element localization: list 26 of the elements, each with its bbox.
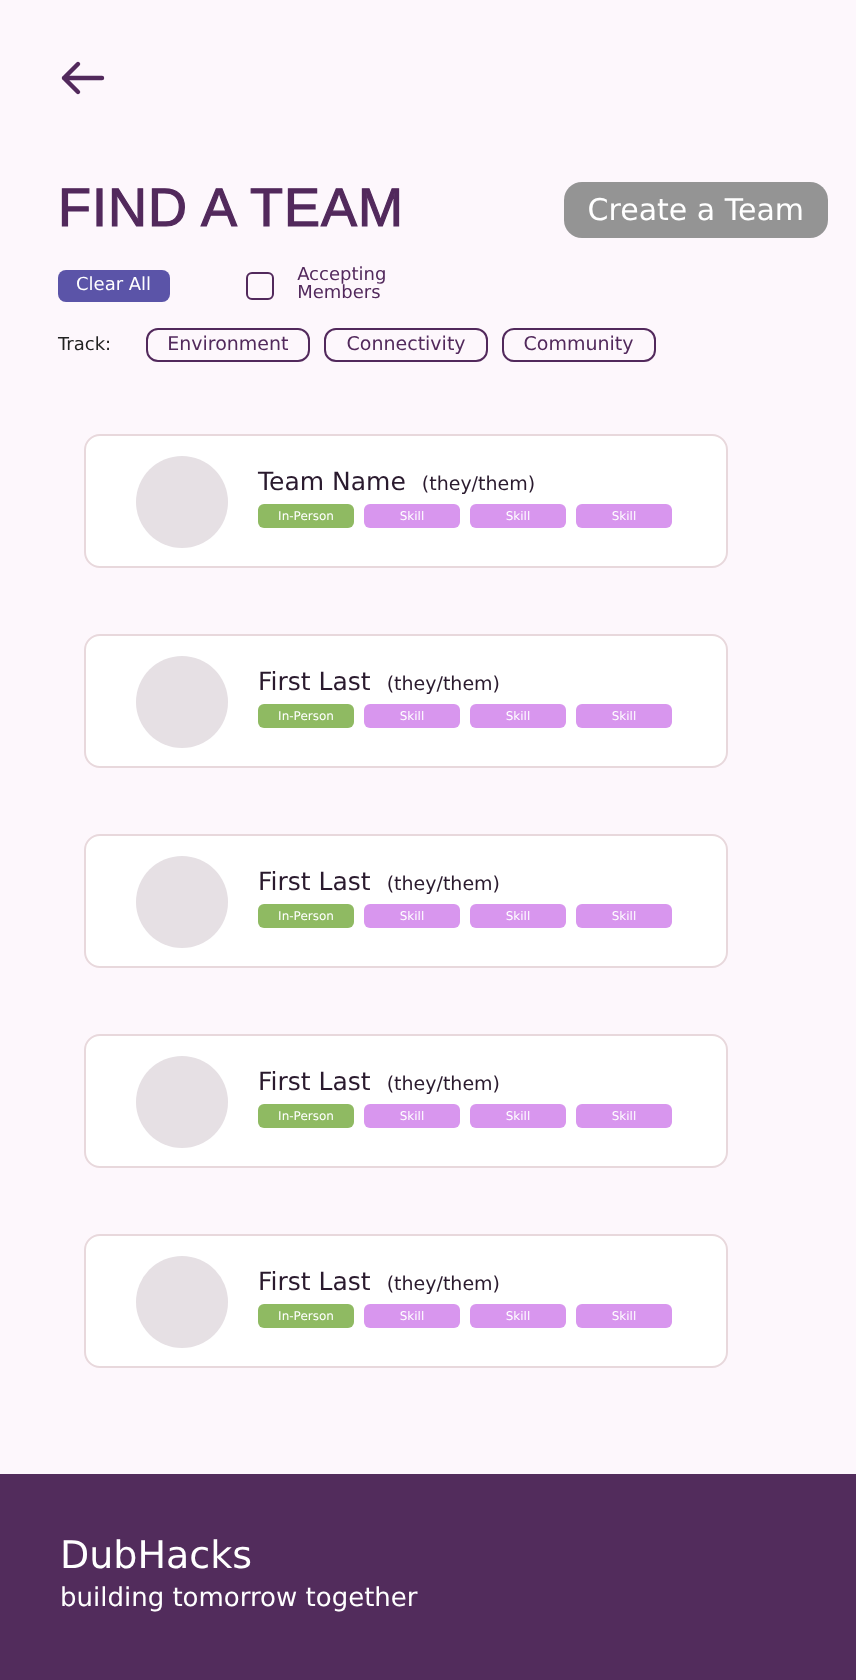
clear-all-button[interactable]: Clear All (58, 270, 170, 302)
avatar-placeholder (136, 1055, 228, 1147)
avatar-placeholder (136, 1255, 228, 1347)
back-arrow-icon[interactable] (58, 60, 106, 96)
avatar-placeholder (136, 455, 228, 547)
pronouns: (they/them) (386, 874, 500, 896)
track-filter-chip[interactable]: Connectivity (324, 328, 488, 362)
pronouns: (they/them) (421, 474, 536, 496)
footer-brand: DubHacks (60, 1534, 255, 1578)
member-name: Team Name (258, 466, 406, 496)
pronouns: (they/them) (386, 1074, 500, 1096)
track-filter-chip[interactable]: Community (501, 328, 656, 362)
member-name: First Last (258, 866, 371, 896)
track-label: Track: (58, 335, 112, 355)
footer-tagline: building tomorrow together (60, 1584, 420, 1614)
pronouns: (they/them) (386, 674, 500, 696)
avatar-placeholder (136, 655, 228, 747)
member-name: First Last (258, 1066, 371, 1096)
checkbox[interactable] (245, 272, 274, 300)
pronouns: (they/them) (386, 1274, 500, 1296)
avatar-placeholder (136, 855, 228, 947)
member-name: First Last (258, 1266, 371, 1296)
checkbox-label: Accepting Members (297, 268, 389, 304)
track-filter-chip[interactable]: Environment (145, 328, 311, 362)
page-title: FIND A TEAM (58, 178, 405, 240)
member-name: First Last (258, 666, 371, 696)
